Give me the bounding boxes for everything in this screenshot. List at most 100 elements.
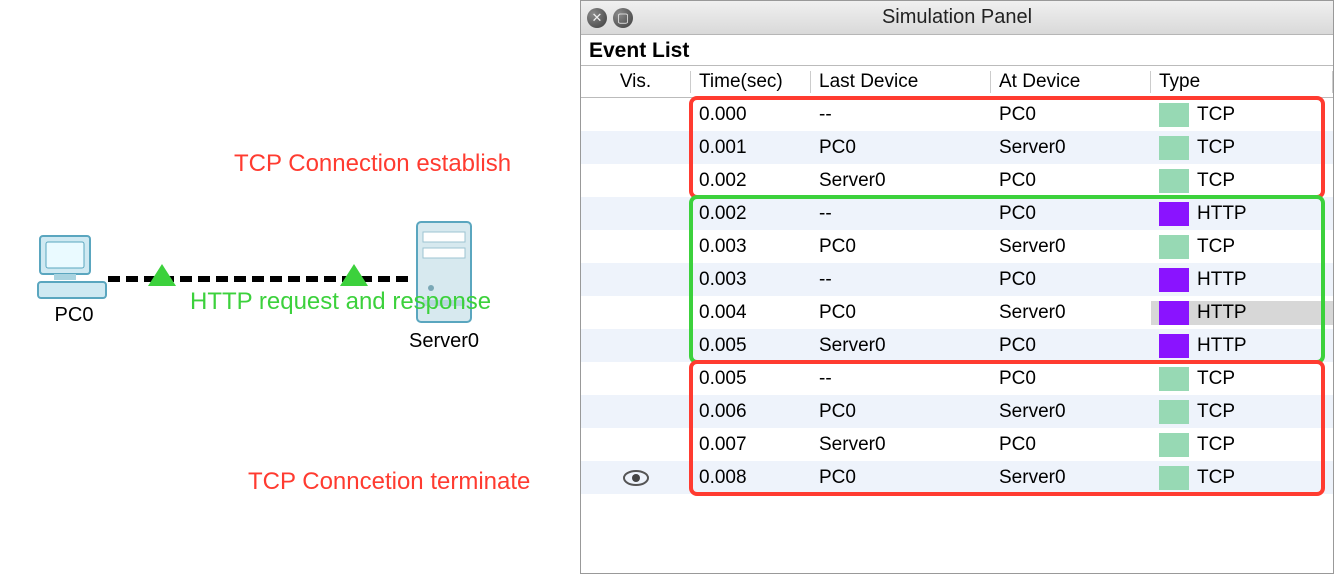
panel-titlebar[interactable]: ✕ ▢ Simulation Panel bbox=[581, 1, 1333, 35]
event-list-label: Event List bbox=[581, 35, 1333, 65]
device-server0[interactable]: Server0 bbox=[404, 218, 484, 353]
at-cell: PC0 bbox=[991, 434, 1151, 456]
eye-icon bbox=[623, 469, 649, 487]
annotation-http: HTTP request and response bbox=[190, 288, 491, 316]
event-row[interactable]: 0.002--PC0 HTTP bbox=[581, 197, 1333, 230]
type-cell: TCP bbox=[1151, 433, 1333, 457]
event-row[interactable]: 0.001PC0Server0 TCP bbox=[581, 131, 1333, 164]
type-label: TCP bbox=[1197, 401, 1235, 423]
col-at[interactable]: At Device bbox=[991, 71, 1151, 93]
type-swatch bbox=[1159, 268, 1189, 292]
event-row[interactable]: 0.004PC0Server0 HTTP bbox=[581, 296, 1333, 329]
type-cell: TCP bbox=[1151, 400, 1333, 424]
type-cell: HTTP bbox=[1151, 334, 1333, 358]
type-label: TCP bbox=[1197, 368, 1235, 390]
event-row[interactable]: 0.000--PC0 TCP bbox=[581, 98, 1333, 131]
type-cell: HTTP bbox=[1151, 268, 1333, 292]
dock-icon[interactable]: ▢ bbox=[613, 8, 633, 28]
time-cell: 0.006 bbox=[691, 401, 811, 423]
at-cell: PC0 bbox=[991, 368, 1151, 390]
col-type[interactable]: Type bbox=[1151, 71, 1333, 93]
type-swatch bbox=[1159, 334, 1189, 358]
type-label: TCP bbox=[1197, 467, 1235, 489]
at-cell: Server0 bbox=[991, 302, 1151, 324]
type-label: TCP bbox=[1197, 236, 1235, 258]
type-label: HTTP bbox=[1197, 269, 1247, 291]
last-cell: PC0 bbox=[811, 302, 991, 324]
event-list-grid: Vis. Time(sec) Last Device At Device Typ… bbox=[581, 65, 1333, 494]
device-pc0[interactable]: PC0 bbox=[28, 232, 120, 327]
type-cell: HTTP bbox=[1151, 301, 1333, 325]
time-cell: 0.002 bbox=[691, 203, 811, 225]
type-swatch bbox=[1159, 235, 1189, 259]
event-row[interactable]: 0.007Server0PC0TCP bbox=[581, 428, 1333, 461]
type-swatch bbox=[1159, 367, 1189, 391]
pc-icon bbox=[28, 232, 120, 302]
device-label-pc0: PC0 bbox=[28, 304, 120, 327]
last-cell: Server0 bbox=[811, 170, 991, 192]
time-cell: 0.008 bbox=[691, 467, 811, 489]
type-cell: HTTP bbox=[1151, 202, 1333, 226]
last-cell: -- bbox=[811, 203, 991, 225]
type-cell: TCP bbox=[1151, 367, 1333, 391]
link-up-indicator-1 bbox=[148, 264, 176, 286]
simulation-panel: ✕ ▢ Simulation Panel Event List Vis. Tim… bbox=[580, 0, 1334, 574]
panel-title: Simulation Panel bbox=[581, 6, 1333, 29]
col-last[interactable]: Last Device bbox=[811, 71, 991, 93]
time-cell: 0.000 bbox=[691, 104, 811, 126]
link-up-indicator-2 bbox=[340, 264, 368, 286]
last-cell: PC0 bbox=[811, 137, 991, 159]
time-cell: 0.007 bbox=[691, 434, 811, 456]
time-cell: 0.001 bbox=[691, 137, 811, 159]
type-swatch bbox=[1159, 169, 1189, 193]
last-cell: Server0 bbox=[811, 335, 991, 357]
type-swatch bbox=[1159, 433, 1189, 457]
at-cell: Server0 bbox=[991, 236, 1151, 258]
type-label: TCP bbox=[1197, 104, 1235, 126]
type-swatch bbox=[1159, 136, 1189, 160]
topology-canvas: PC0 Server0 TCP Connection establish HTT… bbox=[0, 0, 580, 574]
type-label: HTTP bbox=[1197, 203, 1247, 225]
event-row[interactable]: 0.005Server0PC0 HTTP bbox=[581, 329, 1333, 362]
type-cell: TCP bbox=[1151, 169, 1333, 193]
device-label-server0: Server0 bbox=[404, 330, 484, 353]
col-vis[interactable]: Vis. bbox=[581, 71, 691, 93]
event-row[interactable]: 0.002Server0PC0TCP bbox=[581, 164, 1333, 197]
type-cell: TCP bbox=[1151, 466, 1333, 490]
type-label: TCP bbox=[1197, 170, 1235, 192]
event-row[interactable]: 0.006PC0Server0 TCP bbox=[581, 395, 1333, 428]
type-swatch bbox=[1159, 400, 1189, 424]
type-swatch bbox=[1159, 466, 1189, 490]
annotation-establish: TCP Connection establish bbox=[234, 150, 511, 178]
time-cell: 0.004 bbox=[691, 302, 811, 324]
at-cell: PC0 bbox=[991, 104, 1151, 126]
at-cell: Server0 bbox=[991, 137, 1151, 159]
type-swatch bbox=[1159, 103, 1189, 127]
at-cell: PC0 bbox=[991, 269, 1151, 291]
event-row[interactable]: 0.005--PC0 TCP bbox=[581, 362, 1333, 395]
time-cell: 0.005 bbox=[691, 368, 811, 390]
type-label: HTTP bbox=[1197, 302, 1247, 324]
type-swatch bbox=[1159, 301, 1189, 325]
type-label: HTTP bbox=[1197, 335, 1247, 357]
last-cell: PC0 bbox=[811, 467, 991, 489]
last-cell: -- bbox=[811, 368, 991, 390]
col-time[interactable]: Time(sec) bbox=[691, 71, 811, 93]
event-row[interactable]: 0.003PC0Server0TCP bbox=[581, 230, 1333, 263]
type-label: TCP bbox=[1197, 137, 1235, 159]
last-cell: PC0 bbox=[811, 401, 991, 423]
type-cell: TCP bbox=[1151, 235, 1333, 259]
time-cell: 0.003 bbox=[691, 236, 811, 258]
time-cell: 0.005 bbox=[691, 335, 811, 357]
time-cell: 0.002 bbox=[691, 170, 811, 192]
at-cell: PC0 bbox=[991, 203, 1151, 225]
close-icon[interactable]: ✕ bbox=[587, 8, 607, 28]
at-cell: PC0 bbox=[991, 335, 1151, 357]
type-swatch bbox=[1159, 202, 1189, 226]
at-cell: Server0 bbox=[991, 401, 1151, 423]
last-cell: -- bbox=[811, 104, 991, 126]
grid-header-row: Vis. Time(sec) Last Device At Device Typ… bbox=[581, 65, 1333, 98]
type-cell: TCP bbox=[1151, 103, 1333, 127]
event-row[interactable]: 0.008PC0Server0TCP bbox=[581, 461, 1333, 494]
event-row[interactable]: 0.003--PC0HTTP bbox=[581, 263, 1333, 296]
